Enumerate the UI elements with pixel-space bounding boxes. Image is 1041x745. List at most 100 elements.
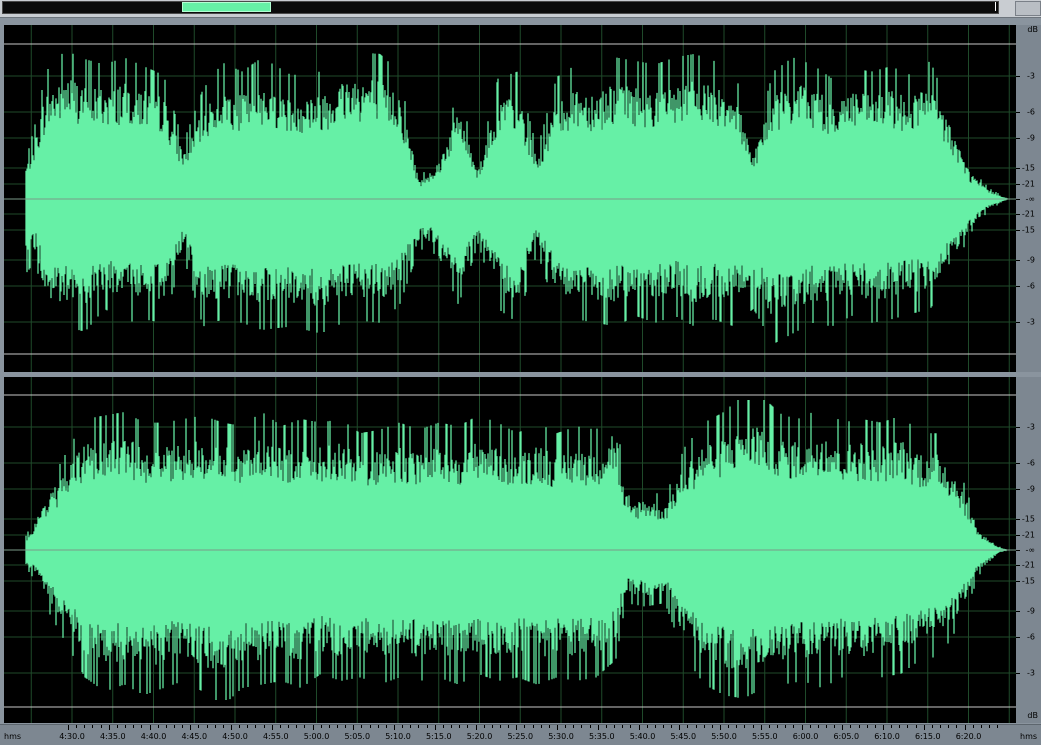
waveform-right-svg bbox=[4, 377, 1016, 723]
time-minor-tick bbox=[646, 725, 648, 728]
time-tick bbox=[883, 725, 884, 730]
time-minor-tick bbox=[491, 725, 493, 728]
time-minor-tick bbox=[907, 725, 909, 728]
time-tick bbox=[353, 725, 355, 730]
time-tick bbox=[475, 725, 477, 730]
time-minor-tick bbox=[377, 725, 379, 728]
time-ruler[interactable]: hms hms 4:30.0 4:35.0 4:40.0 4:45.0 4:50.0 4:… bbox=[0, 724, 1041, 745]
time-unit-left: hms bbox=[4, 732, 22, 741]
db-label: -9 bbox=[1027, 484, 1035, 494]
db-label: -21 bbox=[1021, 179, 1035, 189]
time-tick-label: 6:15.0 bbox=[914, 732, 941, 741]
time-minor-tick bbox=[548, 725, 550, 728]
time-tick bbox=[557, 725, 558, 730]
time-minor-tick bbox=[141, 725, 143, 728]
time-minor-tick bbox=[622, 725, 624, 728]
time-tick-label: 6:00.0 bbox=[792, 732, 819, 741]
time-minor-tick bbox=[703, 725, 705, 728]
time-tick bbox=[516, 725, 518, 730]
overview-bar bbox=[0, 0, 1041, 18]
waveform-channel-right[interactable] bbox=[4, 377, 1016, 723]
db-tick bbox=[1016, 535, 1020, 536]
time-tick bbox=[597, 725, 599, 730]
db-tick bbox=[1016, 138, 1020, 139]
db-label-center: -∞ bbox=[1025, 194, 1035, 204]
time-tick-label: 5:15.0 bbox=[425, 732, 452, 741]
db-label: -6 bbox=[1027, 632, 1035, 642]
db-label: -15 bbox=[1021, 576, 1035, 586]
time-tick bbox=[923, 725, 925, 730]
overview-track[interactable] bbox=[2, 1, 999, 14]
db-label: -15 bbox=[1021, 225, 1035, 235]
db-tick bbox=[1016, 260, 1020, 261]
db-tick bbox=[1016, 322, 1020, 323]
time-tick bbox=[231, 725, 232, 730]
time-tick bbox=[434, 725, 436, 730]
time-minor-tick bbox=[785, 725, 787, 728]
time-minor-tick bbox=[247, 725, 249, 728]
time-tick bbox=[108, 725, 110, 730]
time-minor-tick bbox=[442, 725, 444, 728]
db-tick bbox=[1016, 112, 1020, 113]
time-minor-tick bbox=[573, 725, 575, 728]
time-unit-right: hms bbox=[1020, 732, 1038, 741]
time-minor-tick bbox=[948, 725, 950, 728]
time-minor-tick bbox=[988, 725, 990, 728]
db-tick bbox=[1016, 581, 1020, 582]
time-minor-tick bbox=[133, 725, 135, 728]
time-tick-label: 5:50.0 bbox=[711, 732, 737, 741]
db-label: -3 bbox=[1027, 668, 1035, 678]
overview-view-range-handle[interactable] bbox=[182, 2, 271, 12]
time-minor-tick bbox=[92, 725, 94, 728]
time-minor-tick bbox=[402, 725, 404, 728]
time-minor-tick bbox=[328, 725, 330, 728]
db-ruler-left-channel[interactable]: dB -3 -6 -9 -15 -21 -∞ -21 -15 -9 -6 -3 bbox=[1016, 25, 1041, 372]
waveform-channel-left[interactable] bbox=[4, 25, 1016, 372]
time-minor-tick bbox=[899, 725, 901, 728]
time-tick-label: 5:20.0 bbox=[466, 732, 493, 741]
waveform-left-svg bbox=[4, 25, 1016, 372]
time-tick bbox=[964, 725, 966, 730]
time-tick bbox=[760, 725, 762, 730]
db-tick bbox=[1016, 76, 1020, 77]
time-tick bbox=[801, 725, 803, 730]
time-tick-label: 4:35.0 bbox=[99, 732, 126, 741]
time-minor-tick bbox=[100, 725, 102, 728]
time-minor-tick bbox=[744, 725, 746, 728]
time-minor-tick bbox=[116, 725, 118, 728]
db-unit-label: dB bbox=[1027, 711, 1038, 720]
time-tick-label: 6:05.0 bbox=[833, 732, 860, 741]
db-tick bbox=[1016, 565, 1020, 566]
time-minor-tick bbox=[296, 725, 298, 728]
time-minor-tick bbox=[426, 725, 428, 728]
db-label: -15 bbox=[1021, 514, 1035, 524]
time-tick-label: 4:50.0 bbox=[222, 732, 248, 741]
time-minor-tick bbox=[630, 725, 632, 728]
time-minor-tick bbox=[336, 725, 338, 728]
time-minor-tick bbox=[451, 725, 453, 728]
db-tick bbox=[1016, 550, 1020, 551]
time-minor-tick bbox=[940, 725, 942, 728]
time-minor-tick bbox=[524, 725, 526, 728]
db-label: -15 bbox=[1021, 163, 1035, 173]
db-tick bbox=[1016, 286, 1020, 287]
time-tick-label: 5:35.0 bbox=[588, 732, 615, 741]
time-tick bbox=[842, 725, 844, 730]
waveform-path bbox=[25, 53, 1009, 343]
db-tick bbox=[1016, 489, 1020, 490]
time-tick-label: 6:10.0 bbox=[874, 732, 900, 741]
time-minor-tick bbox=[198, 725, 200, 728]
db-tick bbox=[1016, 673, 1020, 674]
time-tick-label: 5:25.0 bbox=[507, 732, 534, 741]
db-ruler-right-channel[interactable]: dB -3 -6 -9 -15 -21 -∞ -21 -15 -9 -6 -3 bbox=[1016, 377, 1041, 723]
time-tick-label: 5:55.0 bbox=[751, 732, 778, 741]
overview-scroll-button[interactable] bbox=[1015, 1, 1041, 16]
time-minor-tick bbox=[980, 725, 982, 728]
time-minor-tick bbox=[768, 725, 770, 728]
time-tick bbox=[720, 725, 721, 730]
time-minor-tick bbox=[858, 725, 860, 728]
time-minor-tick bbox=[695, 725, 697, 728]
time-minor-tick bbox=[385, 725, 387, 728]
time-minor-tick bbox=[418, 725, 420, 728]
time-tick bbox=[68, 725, 69, 730]
